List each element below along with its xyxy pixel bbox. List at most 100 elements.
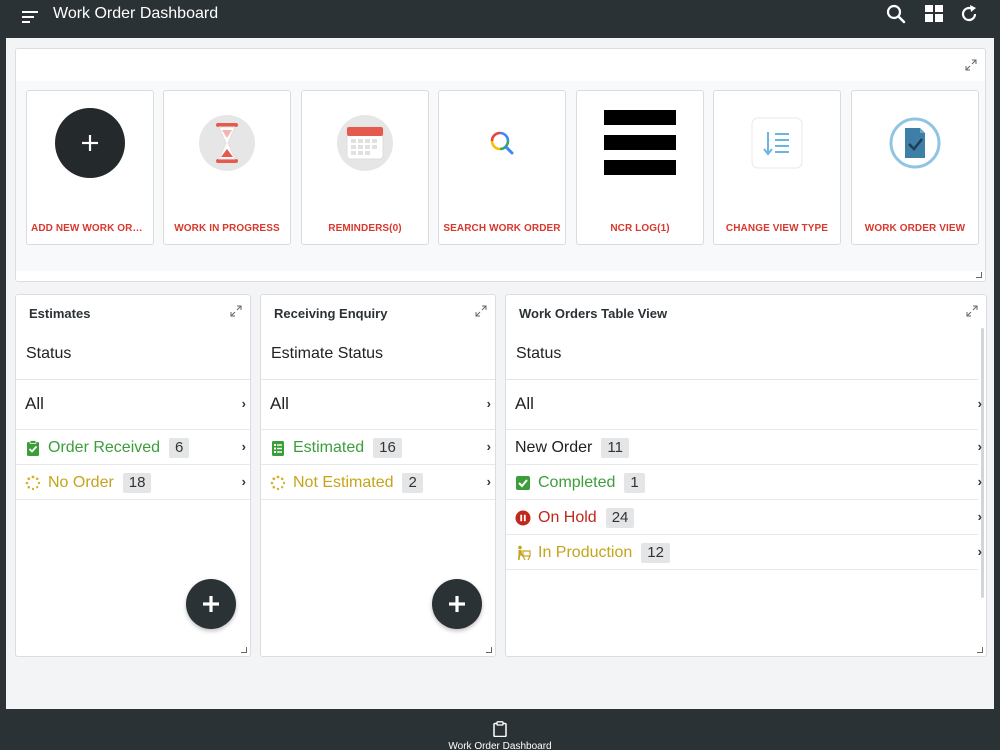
- tile-label: ADD NEW WORK ORDER: [31, 223, 149, 234]
- tile-work-in-progress[interactable]: WORK IN PROGRESS: [163, 90, 291, 245]
- section-label: Estimate Status: [271, 345, 384, 362]
- row-label: All: [515, 394, 534, 413]
- row-label: On Hold: [538, 509, 597, 526]
- clipboard-check-icon: [27, 440, 39, 456]
- chevron-right-icon: ›: [977, 439, 982, 454]
- list-item-all[interactable]: All ›: [506, 380, 982, 430]
- add-enquiry-button[interactable]: [432, 579, 482, 629]
- chevron-right-icon: ›: [977, 474, 982, 489]
- chevron-right-icon: ›: [977, 509, 982, 524]
- quick-actions-panel: ADD NEW WORK ORDER WORK IN PROGRESS REMI…: [15, 48, 986, 282]
- tile-ncr-log[interactable]: NCR LOG(1): [576, 90, 704, 245]
- chevron-right-icon: ›: [977, 544, 982, 559]
- add-icon: [52, 105, 128, 181]
- list-item-new-order[interactable]: New Order 11 ›: [506, 430, 982, 465]
- section-label: Status: [516, 345, 562, 362]
- list-item-no-order[interactable]: No Order 18 ›: [16, 465, 250, 500]
- row-label: Completed: [538, 474, 616, 491]
- spinner-icon: [270, 475, 286, 491]
- list-item-not-estimated[interactable]: Not Estimated 2 ›: [261, 465, 495, 500]
- row-label: Estimated: [293, 439, 365, 456]
- checkbox-icon: [516, 476, 530, 490]
- calendar-icon: [327, 105, 403, 181]
- list-item-all[interactable]: All ›: [16, 380, 250, 430]
- grid-icon[interactable]: [923, 3, 945, 25]
- worker-icon: [518, 545, 531, 561]
- section-label: Status: [26, 345, 72, 362]
- row-label: Not Estimated: [293, 474, 394, 491]
- list-item-on-hold[interactable]: On Hold 24 ›: [506, 500, 982, 535]
- chevron-right-icon: ›: [241, 396, 246, 411]
- row-label: Order Received: [48, 439, 161, 456]
- chevron-right-icon: ›: [486, 474, 491, 489]
- resize-handle[interactable]: [241, 647, 247, 653]
- receiving-enquiry-panel: Receiving Enquiry Estimate Status All › …: [260, 294, 496, 657]
- expand-icon[interactable]: [230, 305, 242, 317]
- search-icon[interactable]: [885, 3, 907, 25]
- expand-icon[interactable]: [966, 305, 978, 317]
- tile-label: REMINDERS(0): [328, 223, 402, 234]
- count-badge: 24: [605, 508, 635, 528]
- list-item-order-received[interactable]: Order Received 6 ›: [16, 430, 250, 465]
- bottom-nav: Work Order Dashboard: [0, 709, 1000, 750]
- estimates-panel: Estimates Status All › Order Received 6 …: [15, 294, 251, 657]
- plus-icon: [203, 596, 219, 612]
- tile-label: SEARCH WORK ORDER: [443, 223, 561, 234]
- chevron-right-icon: ›: [241, 474, 246, 489]
- resize-handle[interactable]: [976, 272, 982, 278]
- plus-icon: [449, 596, 465, 612]
- panel-title: Receiving Enquiry: [274, 306, 388, 321]
- search-icon: [464, 105, 540, 181]
- resize-handle[interactable]: [977, 647, 983, 653]
- chevron-right-icon: ›: [977, 396, 982, 411]
- expand-icon[interactable]: [965, 59, 977, 71]
- count-badge: 16: [373, 438, 402, 458]
- panel-title: Estimates: [29, 306, 91, 321]
- count-badge: 18: [122, 473, 152, 493]
- row-label: New Order: [515, 439, 593, 456]
- hourglass-icon: [189, 105, 265, 181]
- resize-handle[interactable]: [486, 647, 492, 653]
- list-item-all[interactable]: All ›: [261, 380, 495, 430]
- section-header: Status: [506, 328, 978, 380]
- tile-label: WORK ORDER VIEW: [864, 223, 966, 234]
- pause-circle-icon: [515, 510, 531, 526]
- tile-add-new-work-order[interactable]: ADD NEW WORK ORDER: [26, 90, 154, 245]
- list-item-in-production[interactable]: In Production 12 ›: [506, 535, 982, 570]
- count-badge: 11: [601, 438, 629, 458]
- row-label: In Production: [538, 544, 633, 561]
- spinner-icon: [25, 475, 41, 491]
- panel-title: Work Orders Table View: [519, 306, 668, 321]
- add-estimate-button[interactable]: [186, 579, 236, 629]
- checklist-icon: [272, 441, 284, 456]
- tile-work-order-view[interactable]: WORK ORDER VIEW: [851, 90, 979, 245]
- clipboard-icon[interactable]: [493, 721, 507, 737]
- tile-change-view-type[interactable]: CHANGE VIEW TYPE: [713, 90, 841, 245]
- chevron-right-icon: ›: [486, 396, 491, 411]
- chevron-right-icon: ›: [241, 439, 246, 454]
- bottom-nav-label[interactable]: Work Order Dashboard: [0, 741, 1000, 750]
- count-badge: 12: [641, 543, 670, 563]
- tile-reminders[interactable]: REMINDERS(0): [301, 90, 429, 245]
- list-item-completed[interactable]: Completed 1 ›: [506, 465, 982, 500]
- work-orders-table-panel: Work Orders Table View Status All › New …: [505, 294, 987, 657]
- page-title: Work Order Dashboard: [53, 5, 219, 22]
- count-badge: 1: [624, 473, 645, 493]
- row-label: No Order: [48, 474, 114, 491]
- tile-label: NCR LOG(1): [610, 223, 670, 234]
- section-header: Status: [16, 328, 250, 380]
- section-header: Estimate Status: [261, 328, 495, 380]
- sort-list-icon: [739, 105, 815, 181]
- row-label: All: [25, 394, 44, 413]
- menu-icon[interactable]: [20, 7, 40, 27]
- row-label: All: [270, 394, 289, 413]
- count-badge: 6: [169, 438, 190, 458]
- document-check-icon: [877, 105, 953, 181]
- bars-icon: [602, 105, 678, 181]
- expand-icon[interactable]: [475, 305, 487, 317]
- list-item-estimated[interactable]: Estimated 16 ›: [261, 430, 495, 465]
- count-badge: 2: [402, 473, 423, 493]
- refresh-icon[interactable]: [958, 3, 980, 25]
- tile-search-work-order[interactable]: SEARCH WORK ORDER: [438, 90, 566, 245]
- chevron-right-icon: ›: [486, 439, 491, 454]
